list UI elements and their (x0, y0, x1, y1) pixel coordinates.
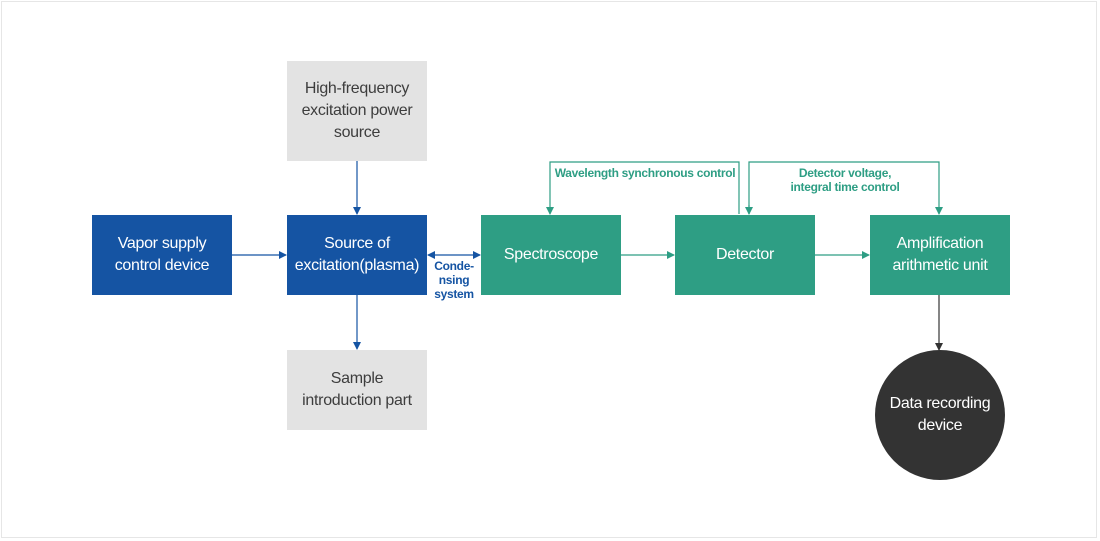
node-vapor-supply-control: Vapor supply control device (92, 215, 232, 295)
node-excitation-source: Source of excitation(plasma) (287, 215, 427, 295)
node-label: Sample introduction part (302, 370, 412, 409)
edge-label-wavelength-control: Wavelength synchronous control (554, 166, 736, 180)
edge-label-condensing: Conde- nsing system (434, 259, 474, 301)
node-detector: Detector (675, 215, 815, 295)
node-sample-introduction: Sample introduction part (287, 350, 427, 430)
node-hf-power-source: High-frequency excitation power source (287, 61, 427, 161)
node-label: Detector (715, 246, 775, 263)
node-label: Amplification arithmetic unit (892, 235, 988, 274)
node-spectroscope: Spectroscope (481, 215, 621, 295)
node-label: Data recording device (889, 395, 991, 434)
node-label: Vapor supply control device (114, 235, 210, 274)
node-label: Source of excitation(plasma) (294, 235, 420, 274)
node-label: Spectroscope (503, 246, 599, 263)
node-data-recording: Data recording device (875, 350, 1005, 480)
node-amplification-unit: Amplification arithmetic unit (870, 215, 1010, 295)
node-label: High-frequency excitation power source (301, 80, 413, 141)
edge-label-detector-voltage: Detector voltage, integral time control (790, 166, 900, 194)
